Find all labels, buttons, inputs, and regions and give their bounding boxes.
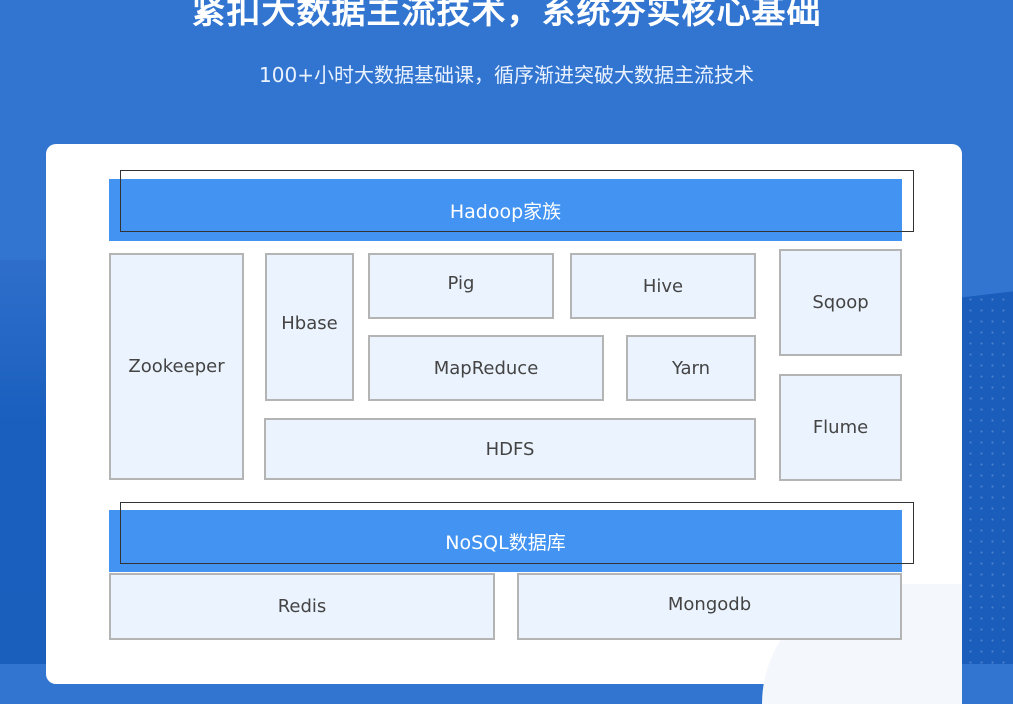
component-yarn: Yarn xyxy=(626,335,756,401)
component-mapreduce: MapReduce xyxy=(368,335,604,401)
component-label: MapReduce xyxy=(433,357,539,379)
component-redis: Redis xyxy=(109,573,495,640)
page-subtitle: 100+小时大数据基础课，循序渐进突破大数据主流技术 xyxy=(259,63,754,87)
component-hive: Hive xyxy=(570,253,756,319)
component-label: Zookeeper xyxy=(128,356,225,377)
component-label: HDFS xyxy=(485,438,535,460)
nosql-section-highlight xyxy=(120,502,914,564)
component-hdfs: HDFS xyxy=(264,418,756,480)
component-mongodb: Mongodb xyxy=(517,573,902,640)
component-label: Sqoop xyxy=(812,292,869,313)
component-pig: Pig xyxy=(368,253,554,319)
component-label: Flume xyxy=(812,417,869,438)
hadoop-section-highlight xyxy=(120,170,914,232)
page-title: 紧扣大数据主流技术，系统夯实核心基础 xyxy=(191,0,822,32)
component-label: Mongodb xyxy=(667,594,752,615)
component-sqoop: Sqoop xyxy=(779,249,902,356)
component-flume: Flume xyxy=(779,374,902,481)
component-hbase: Hbase xyxy=(265,253,354,401)
component-label: Hbase xyxy=(281,312,338,334)
component-label: Pig xyxy=(447,272,475,294)
component-label: Hive xyxy=(642,275,684,297)
component-label: Redis xyxy=(277,596,327,617)
component-label: Yarn xyxy=(671,357,711,379)
component-zookeeper: Zookeeper xyxy=(109,253,244,480)
